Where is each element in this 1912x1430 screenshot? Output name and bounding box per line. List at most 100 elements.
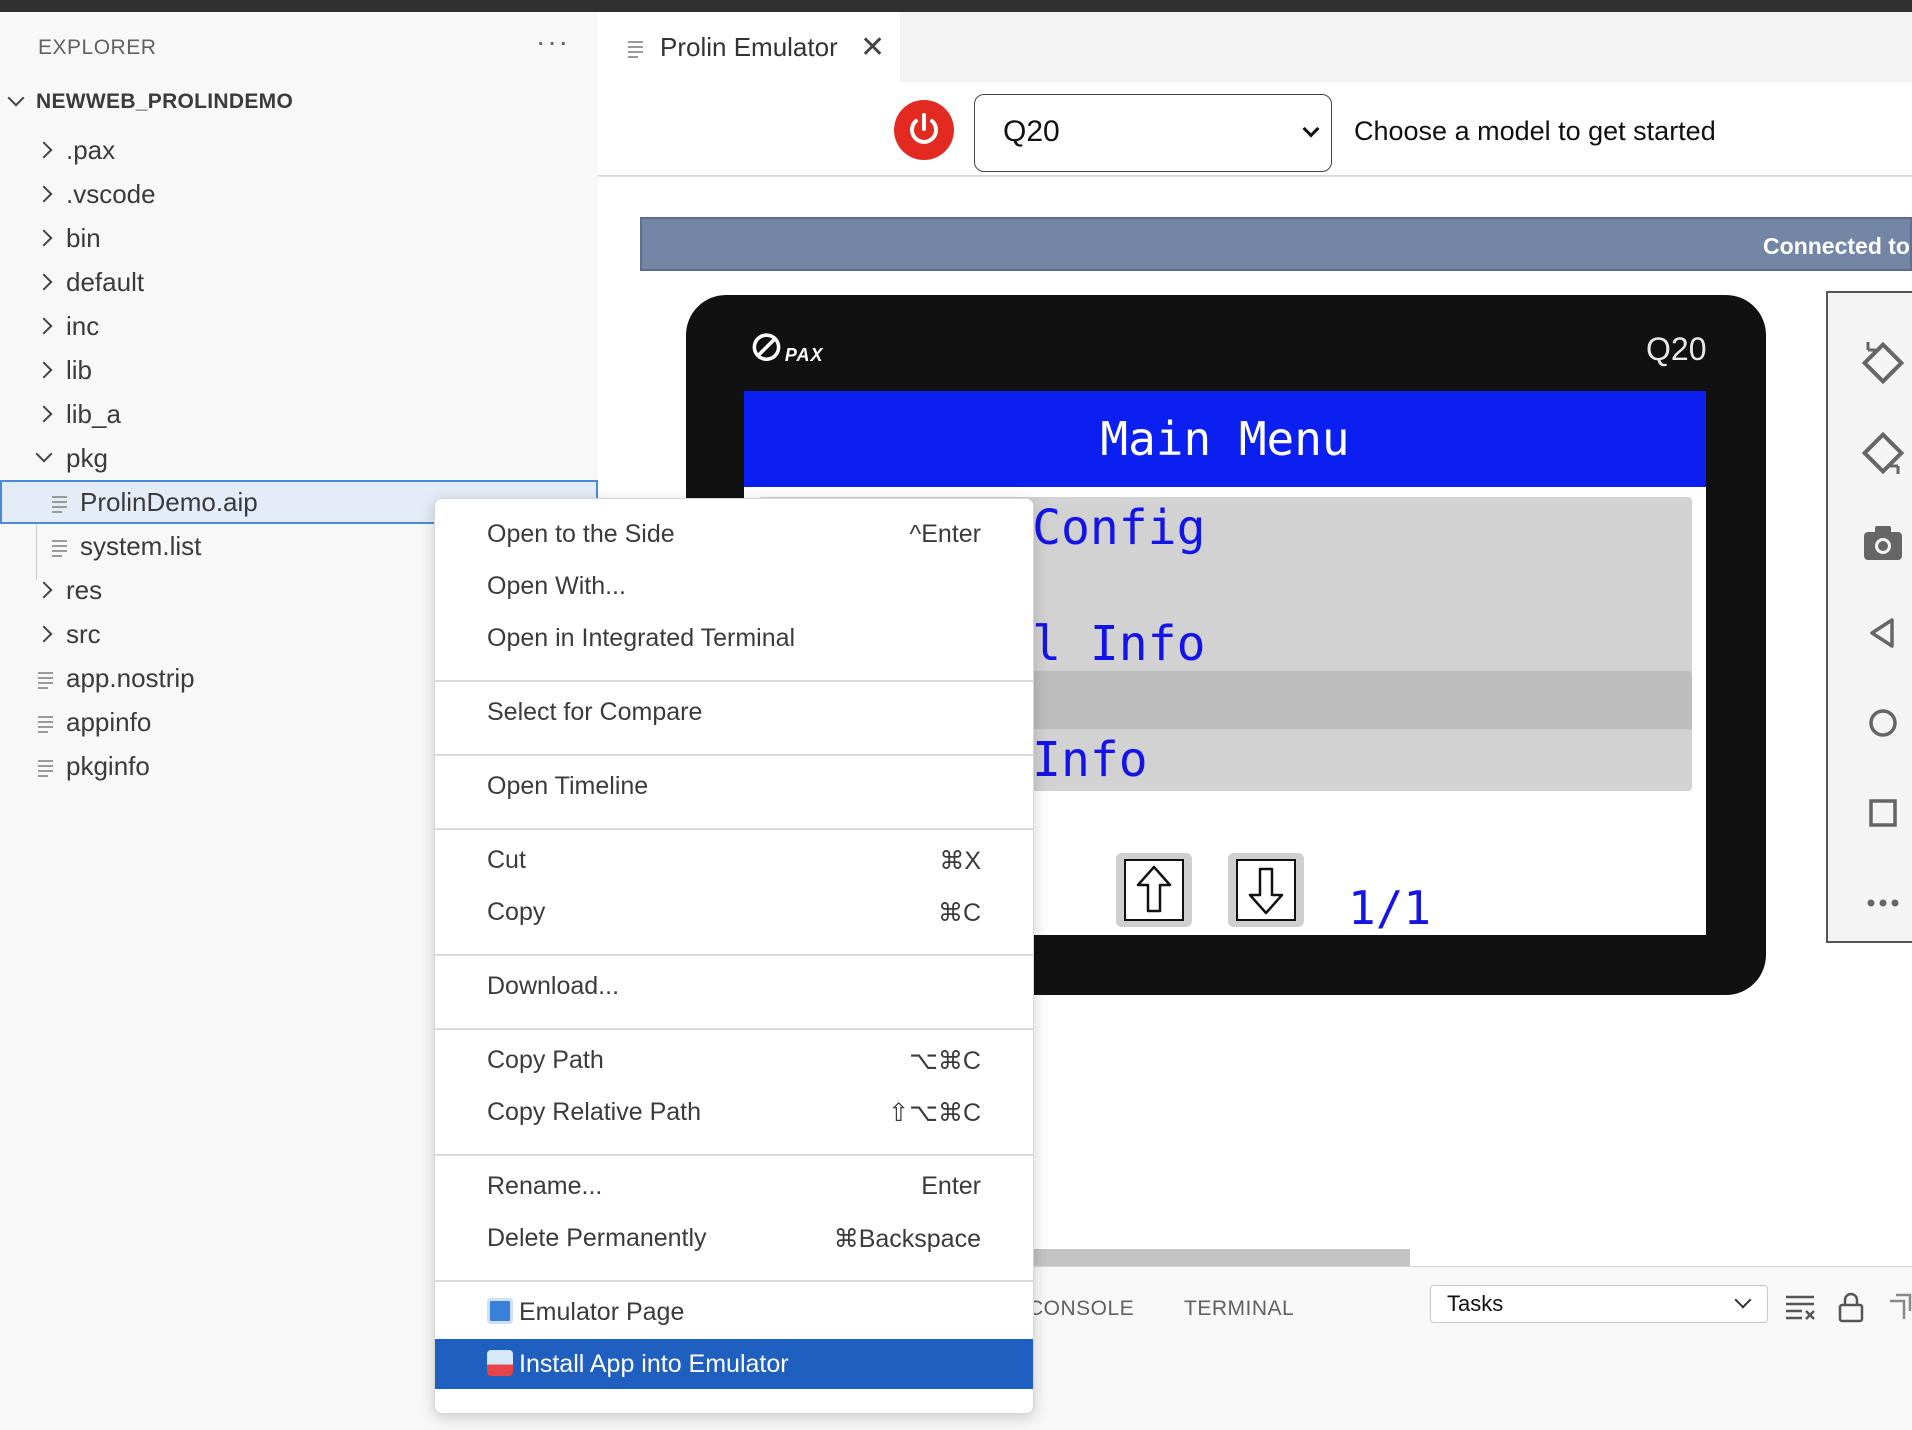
back-button[interactable] [1828, 603, 1912, 663]
close-icon[interactable]: ✕ [860, 30, 885, 65]
tree-file-appinfo[interactable]: appinfo [38, 700, 151, 744]
chevron-right-icon [35, 405, 53, 423]
title-strip [0, 0, 1912, 12]
menu-item-label: Copy [487, 898, 546, 926]
project-root[interactable]: NEWWEB_PROLINDEMO [7, 89, 294, 114]
menu-item-select-compare[interactable]: Select for Compare [435, 687, 1033, 737]
tree-folder-pkg[interactable]: pkg [35, 436, 108, 480]
power-button[interactable] [894, 100, 954, 160]
connection-status: Connected to [1763, 233, 1910, 259]
menu-item-shortcut: ⌘Backspace [833, 1225, 981, 1253]
tree-item-label: ProlinDemo.aip [80, 486, 258, 517]
tree-item-label: app.nostrip [66, 662, 195, 693]
rotate-right-button[interactable] [1828, 423, 1912, 483]
chevron-down-icon [35, 445, 53, 463]
tree-item-label: bin [66, 222, 101, 253]
tree-folder-lib[interactable]: lib [35, 348, 93, 392]
screenshot-button[interactable] [1828, 513, 1912, 573]
tree-item-label: appinfo [66, 706, 152, 737]
more-button[interactable] [1828, 873, 1912, 933]
menu-item-shortcut: ⌘X [939, 847, 981, 875]
tree-folder-inc[interactable]: inc [35, 304, 99, 348]
menu-item-label: Copy Relative Path [487, 1098, 702, 1126]
menu-separator [435, 1028, 1033, 1030]
home-button[interactable] [1828, 693, 1912, 753]
model-select-value: Q20 [1003, 115, 1060, 148]
emulator-page-icon [487, 1298, 513, 1324]
device-toolbar [1826, 291, 1912, 943]
menu-separator [435, 1154, 1033, 1156]
menu-item-label: Copy Path [487, 1046, 604, 1074]
tree-item-label: default [66, 266, 145, 297]
menu-item-label: Emulator Page [519, 1298, 685, 1326]
tree-file-pkginfo[interactable]: pkginfo [38, 744, 150, 788]
rotate-left-button[interactable] [1828, 333, 1912, 393]
tree-folder-vscode[interactable]: .vscode [35, 172, 156, 216]
model-hint: Choose a model to get started [1354, 116, 1716, 146]
tree-folder-pax[interactable]: .pax [35, 128, 116, 172]
overview-button[interactable] [1828, 783, 1912, 843]
menu-item-label: Open to the Side [487, 520, 675, 548]
more-actions-icon[interactable]: ··· [536, 26, 570, 58]
tasks-select[interactable]: Tasks [1430, 1285, 1768, 1323]
arrow-down-icon [1236, 859, 1296, 921]
arrow-up-icon [1124, 859, 1184, 921]
menu-item-open-to-side[interactable]: Open to the Side ^Enter [435, 509, 1033, 559]
tab-prolin-emulator[interactable]: Prolin Emulator ✕ [598, 12, 900, 82]
menu-item-label: Delete Permanently [487, 1224, 707, 1252]
tasks-select-value: Tasks [1447, 1291, 1504, 1316]
menu-item-label: Download... [487, 972, 620, 1000]
new-window-icon[interactable] [1886, 1291, 1912, 1323]
menu-item-cut[interactable]: Cut ⌘X [435, 835, 1033, 885]
tree-folder-bin[interactable]: bin [35, 216, 101, 260]
menu-separator [435, 828, 1033, 830]
chevron-down-icon [1302, 120, 1320, 138]
menu-item-copy-path[interactable]: Copy Path ⌥⌘C [435, 1035, 1033, 1085]
clear-output-icon[interactable] [1784, 1291, 1818, 1321]
menu-item-rename[interactable]: Rename... Enter [435, 1161, 1033, 1211]
page-down-button[interactable] [1228, 853, 1304, 927]
menu-separator [435, 680, 1033, 682]
menu-item-open-with[interactable]: Open With... [435, 561, 1033, 611]
file-icon [628, 38, 644, 58]
tree-file-app-nostrip[interactable]: app.nostrip [38, 656, 195, 700]
inbox-tray-icon [487, 1350, 513, 1376]
menu-item-copy-relative-path[interactable]: Copy Relative Path ⇧⌥⌘C [435, 1087, 1033, 1137]
model-select[interactable]: Q20 [974, 94, 1332, 172]
tree-item-label: src [66, 618, 101, 649]
file-icon [38, 713, 54, 733]
file-icon [52, 537, 68, 557]
menu-item-label: Select for Compare [487, 698, 703, 726]
menu-item-download[interactable]: Download... [435, 961, 1033, 1011]
menu-item-emulator-page[interactable]: Emulator Page [435, 1287, 1033, 1337]
connection-bar: Connected to [640, 217, 1912, 271]
device-model-label: Q20 [1646, 331, 1707, 367]
chevron-down-icon [1734, 1291, 1752, 1309]
tab-terminal[interactable]: TERMINAL [1184, 1297, 1294, 1321]
tree-item-label: .pax [66, 134, 116, 165]
tree-folder-src[interactable]: src [35, 612, 101, 656]
page-up-button[interactable] [1116, 853, 1192, 927]
horizontal-scrollbar[interactable] [1004, 1249, 1410, 1267]
tree-folder-res[interactable]: res [35, 568, 102, 612]
back-triangle-icon [1870, 618, 1894, 648]
tree-item-label: system.list [80, 530, 202, 561]
file-icon [52, 493, 68, 513]
menu-item-install-app[interactable]: Install App into Emulator [435, 1339, 1033, 1389]
project-name: NEWWEB_PROLINDEMO [36, 90, 294, 113]
more-dots-icon [1867, 899, 1899, 907]
menu-item-copy[interactable]: Copy ⌘C [435, 887, 1033, 937]
menu-item-label: Rename... [487, 1172, 603, 1200]
lock-icon[interactable] [1836, 1291, 1866, 1323]
tab-bar: Prolin Emulator ✕ [598, 12, 1912, 82]
tree-folder-lib-a[interactable]: lib_a [35, 392, 121, 436]
menu-item-open-terminal[interactable]: Open in Integrated Terminal [435, 613, 1033, 663]
chevron-right-icon [35, 581, 53, 599]
tab-debug-console[interactable]: CONSOLE [1028, 1297, 1134, 1321]
tree-file-system-list[interactable]: system.list [52, 524, 201, 568]
menu-item-open-timeline[interactable]: Open Timeline [435, 761, 1033, 811]
tree-folder-default[interactable]: default [35, 260, 145, 304]
chevron-right-icon [35, 273, 53, 291]
tree-item-label: lib [66, 354, 93, 385]
menu-item-delete[interactable]: Delete Permanently ⌘Backspace [435, 1213, 1033, 1263]
